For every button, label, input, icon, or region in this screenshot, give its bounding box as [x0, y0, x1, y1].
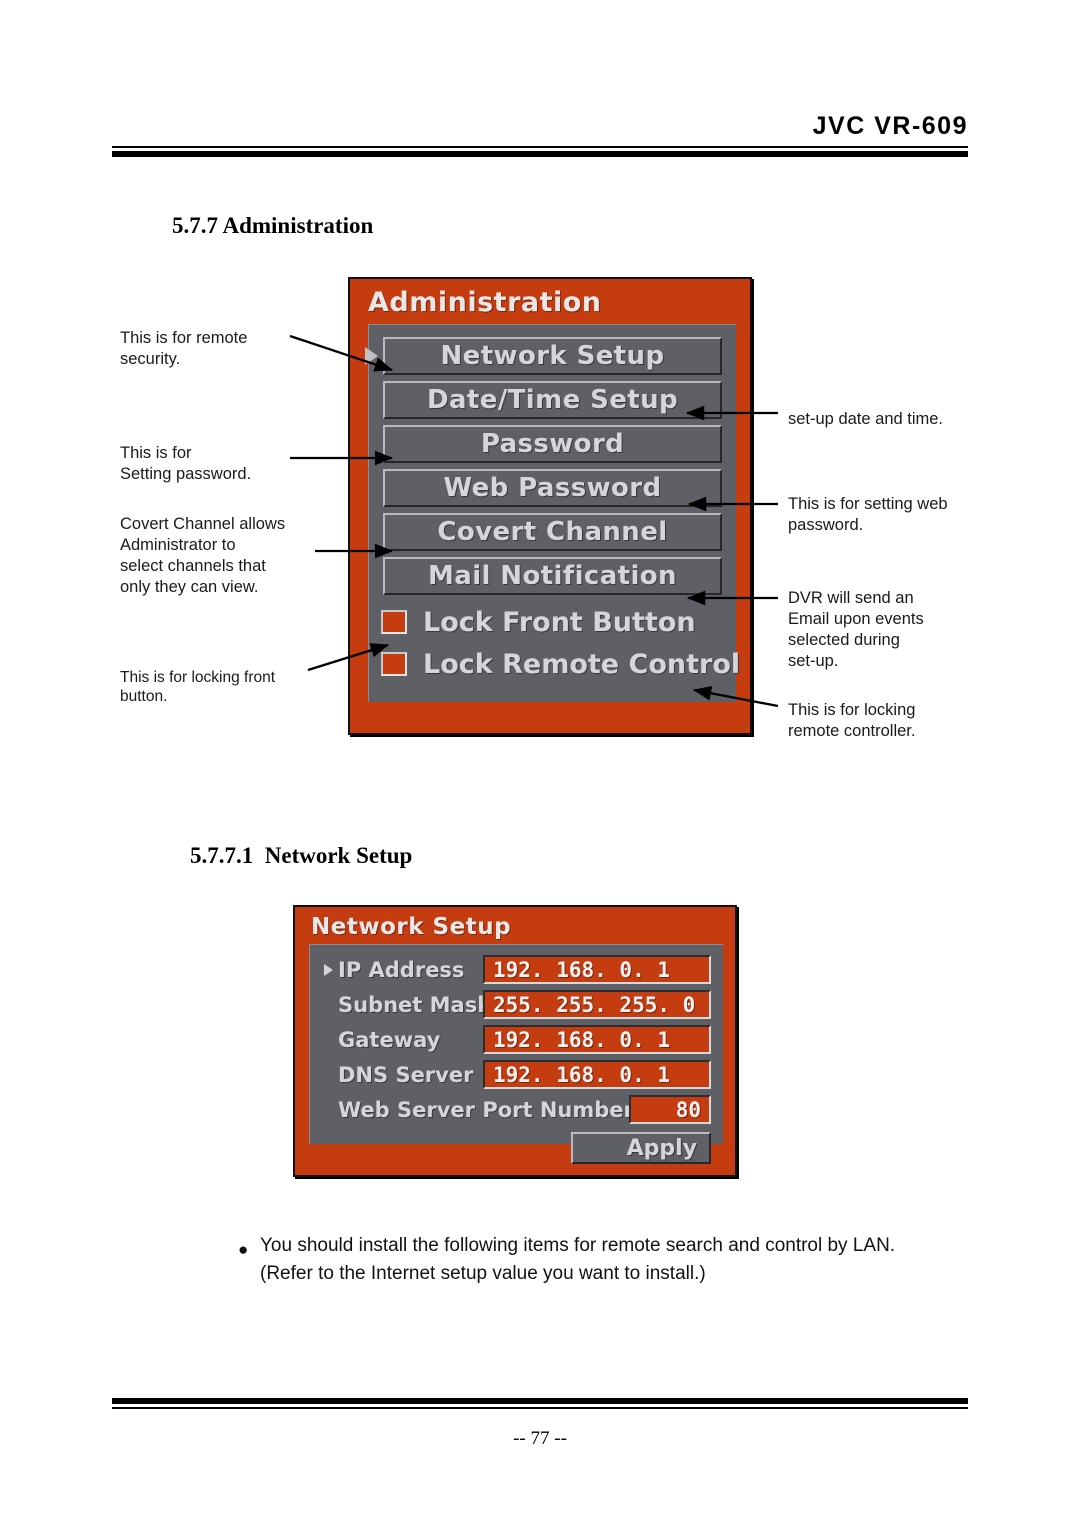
footer-rule — [112, 1398, 968, 1409]
apply-button[interactable]: Apply — [571, 1132, 711, 1164]
field-label: Subnet Mask — [338, 992, 492, 1017]
menu-item-web-password[interactable]: Web Password — [383, 469, 722, 507]
annotation-remote-security: This is for remote security. — [120, 329, 248, 368]
field-label: DNS Server — [338, 1062, 474, 1087]
network-setup-panel-title: Network Setup — [311, 914, 512, 940]
administration-menu-list: Network Setup Date/Time Setup Password W… — [365, 324, 740, 702]
checkbox-row-lock-front-button[interactable]: Lock Front Button — [381, 601, 722, 643]
section-heading-network-setup: 5.7.7.1 Network Setup — [190, 843, 413, 868]
bottom-note-text: You should install the following items f… — [260, 1235, 896, 1284]
menu-item-label: Network Setup — [440, 341, 665, 371]
field-value-web-server-port-number[interactable]: 80 — [629, 1095, 711, 1124]
annotation-web-password: This is for setting web password. — [788, 495, 948, 534]
section-heading-administration: 5.7.7 Administration — [172, 213, 374, 238]
bottom-note: ● You should install the following items… — [238, 1232, 958, 1288]
annotation-lock-remote-control: This is for locking remote controller. — [788, 701, 916, 740]
menu-item-date-time-setup[interactable]: Date/Time Setup — [383, 381, 722, 419]
network-setup-osd-panel: Network Setup IP Address 192. 168. 0. 1 … — [293, 905, 737, 1177]
menu-item-mail-notification[interactable]: Mail Notification — [383, 557, 722, 595]
field-row-gateway[interactable]: Gateway 192. 168. 0. 1 — [324, 1023, 711, 1056]
field-value-ip-address[interactable]: 192. 168. 0. 1 — [483, 955, 711, 984]
network-setup-field-list: IP Address 192. 168. 0. 1 Subnet Mask 25… — [309, 944, 723, 1164]
checkbox-label: Lock Front Button — [423, 606, 696, 638]
field-row-ip-address[interactable]: IP Address 192. 168. 0. 1 — [324, 953, 711, 986]
field-value-dns-server[interactable]: 192. 168. 0. 1 — [483, 1060, 711, 1089]
field-label: IP Address — [338, 957, 465, 982]
menu-item-label: Web Password — [443, 473, 662, 503]
menu-item-label: Covert Channel — [437, 517, 668, 547]
apply-row: Apply — [324, 1132, 711, 1164]
field-row-subnet-mask[interactable]: Subnet Mask 255. 255. 255. 0 — [324, 988, 711, 1021]
menu-item-covert-channel[interactable]: Covert Channel — [383, 513, 722, 551]
annotation-setting-password: This is for Setting password. — [120, 444, 252, 483]
menu-item-network-setup[interactable]: Network Setup — [365, 337, 722, 375]
field-label: Web Server Port Number — [338, 1097, 634, 1122]
field-value-subnet-mask[interactable]: 255. 255. 255. 0 — [483, 990, 711, 1019]
field-label: Gateway — [338, 1027, 441, 1052]
field-row-dns-server[interactable]: DNS Server 192. 168. 0. 1 — [324, 1058, 711, 1091]
menu-item-label: Password — [480, 429, 625, 459]
menu-item-label: Date/Time Setup — [426, 385, 679, 415]
page-number: -- 77 -- — [513, 1428, 567, 1449]
annotation-covert-channel: Covert Channel allows Administrator to s… — [120, 515, 286, 596]
annotation-mail-notification: DVR will send an Email upon events selec… — [788, 589, 924, 670]
administration-panel-title: Administration — [368, 287, 602, 318]
field-row-web-server-port-number[interactable]: Web Server Port Number 80 — [324, 1093, 711, 1126]
page-header-title: JVC VR-609 — [812, 112, 968, 140]
annotation-date-time: set-up date and time. — [788, 410, 944, 428]
selection-arrow-icon — [365, 347, 378, 365]
field-value-gateway[interactable]: 192. 168. 0. 1 — [483, 1025, 711, 1054]
checkbox-row-lock-remote-control[interactable]: Lock Remote Control — [381, 643, 740, 685]
administration-osd-panel: Administration Network Setup Date/Time S… — [348, 277, 752, 735]
selection-arrow-icon — [324, 963, 333, 976]
menu-item-password[interactable]: Password — [383, 425, 722, 463]
header-rule — [112, 146, 968, 157]
checkbox-lock-front-button[interactable] — [381, 610, 407, 634]
annotation-lock-front-button: This is for locking front button. — [120, 669, 276, 705]
annotation-arrow-layer — [289, 334, 779, 708]
menu-item-label: Mail Notification — [428, 561, 677, 591]
checkbox-label: Lock Remote Control — [423, 648, 741, 680]
bullet-icon: ● — [238, 1240, 249, 1259]
checkbox-lock-remote-control[interactable] — [381, 652, 407, 676]
